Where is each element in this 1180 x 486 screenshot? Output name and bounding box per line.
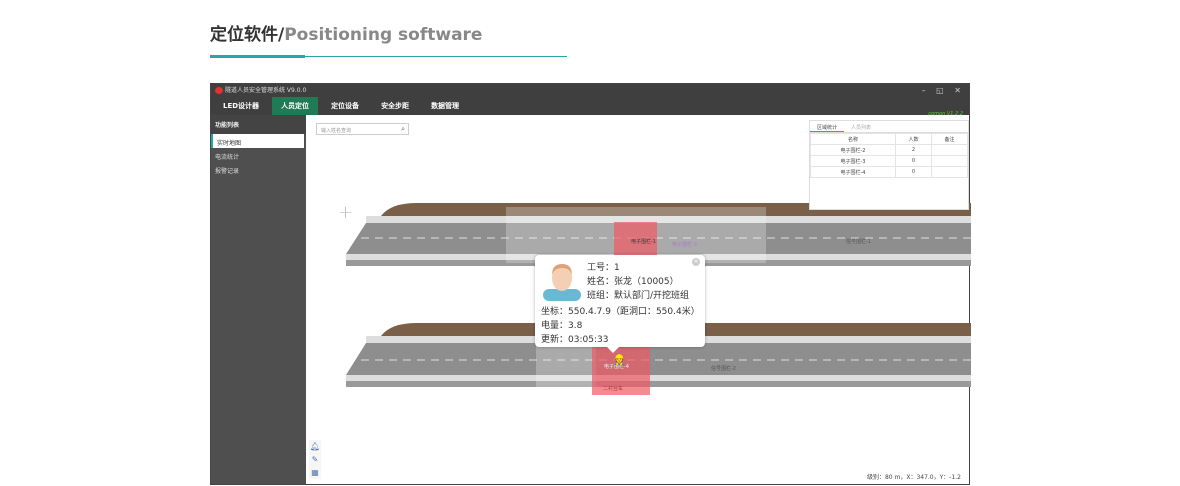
tab-area-stats[interactable]: 区域统计: [810, 121, 845, 132]
fence-label: 电子围栏-3: [672, 242, 697, 248]
person-tooltip: × 工号：1 姓名：张龙（10005） 班组：默认部门/开挖班组 坐标：550.…: [535, 255, 705, 353]
worker-icon[interactable]: 👷: [613, 355, 625, 366]
sidebar-item-current-stats[interactable]: 电流统计: [211, 148, 306, 162]
sidebar-item-realtime-map[interactable]: 实时地图: [211, 134, 304, 148]
tooltip-id: 工号：1: [587, 263, 620, 273]
title-bar: 隧道人员安全管理系统 V9.0.0 – ◱ ✕: [211, 84, 969, 97]
page-heading: 定位软件/Positioning software: [210, 25, 483, 45]
close-icon[interactable]: ×: [692, 258, 700, 266]
tooltip-battery: 电量：3.8: [541, 321, 583, 331]
nav-data-management[interactable]: 数据管理: [422, 97, 468, 115]
table-row[interactable]: 电子围栏-2 2: [810, 144, 969, 156]
edit-icon[interactable]: ✎: [309, 453, 321, 466]
grid-icon[interactable]: ▦: [309, 466, 321, 479]
nav-safety-distance[interactable]: 安全步距: [372, 97, 418, 115]
table-row[interactable]: 电子围栏-4 0: [810, 166, 969, 178]
avatar: [543, 264, 581, 301]
fence-label: 二衬台车: [603, 386, 624, 392]
nav-positioning-devices[interactable]: 定位设备: [322, 97, 368, 115]
tooltip-coord: 坐标：550.4.7.9（距洞口：550.4米）: [541, 307, 700, 317]
sidebar: 功能列表 实时地图 电流统计 报警记录: [211, 115, 306, 484]
window-title: 隧道人员安全管理系统 V9.0.0: [225, 87, 307, 94]
map-toolbar: 🔔︎ ✎ ▦: [309, 440, 321, 479]
app-logo-icon: [215, 87, 223, 94]
table-row[interactable]: 电子围栏-3 0: [810, 155, 969, 167]
fence-label: 信号围栏-2: [711, 366, 736, 372]
map-area[interactable]: + 电子围栏-1 电子围栏-3 信号围栏-1 电子围栏-4 信号围栏-2 二衬台…: [306, 115, 971, 484]
zoom-crosshair-icon[interactable]: +: [338, 202, 353, 223]
fence-label: 电子围栏-1: [631, 239, 656, 245]
tooltip-updated: 更新：03:05:33: [541, 335, 609, 345]
fence-label: 信号围栏-1: [846, 239, 871, 245]
window-controls[interactable]: – ◱ ✕: [922, 84, 965, 97]
heading-accent: [210, 55, 305, 58]
app-window: 隧道人员安全管理系统 V9.0.0 – ◱ ✕ LED设计器 人员定位 定位设备…: [210, 83, 971, 485]
main-nav: LED设计器 人员定位 定位设备 安全步距 数据管理 comon V1.2.2: [211, 97, 969, 117]
area-stats-table: 名称 人数 备注 电子围栏-2 2 电子围栏-3 0 电子围栏-4 0: [810, 133, 969, 178]
tooltip-team: 班组：默认部门/开挖班组: [587, 291, 690, 301]
sidebar-item-alarm-records[interactable]: 报警记录: [211, 162, 306, 176]
nav-led-designer[interactable]: LED设计器: [214, 97, 268, 115]
stats-panel: 区域统计 人员列表 名称 人数 备注 电子围栏-2 2 电子围栏-3 0 电子围栏-4 0: [809, 120, 969, 210]
search-input[interactable]: 输入姓名查询 ⌕: [316, 123, 409, 135]
map-status: 级别：80 m，X：347.0，Y：-1.2: [866, 474, 961, 481]
search-icon[interactable]: ⌕: [401, 125, 405, 134]
sidebar-title: 功能列表: [211, 115, 306, 134]
tab-personnel-list[interactable]: 人员列表: [844, 121, 878, 132]
nav-personnel-positioning[interactable]: 人员定位: [272, 97, 319, 115]
bell-icon[interactable]: 🔔︎: [309, 440, 321, 453]
tooltip-name: 姓名：张龙（10005）: [587, 277, 679, 287]
